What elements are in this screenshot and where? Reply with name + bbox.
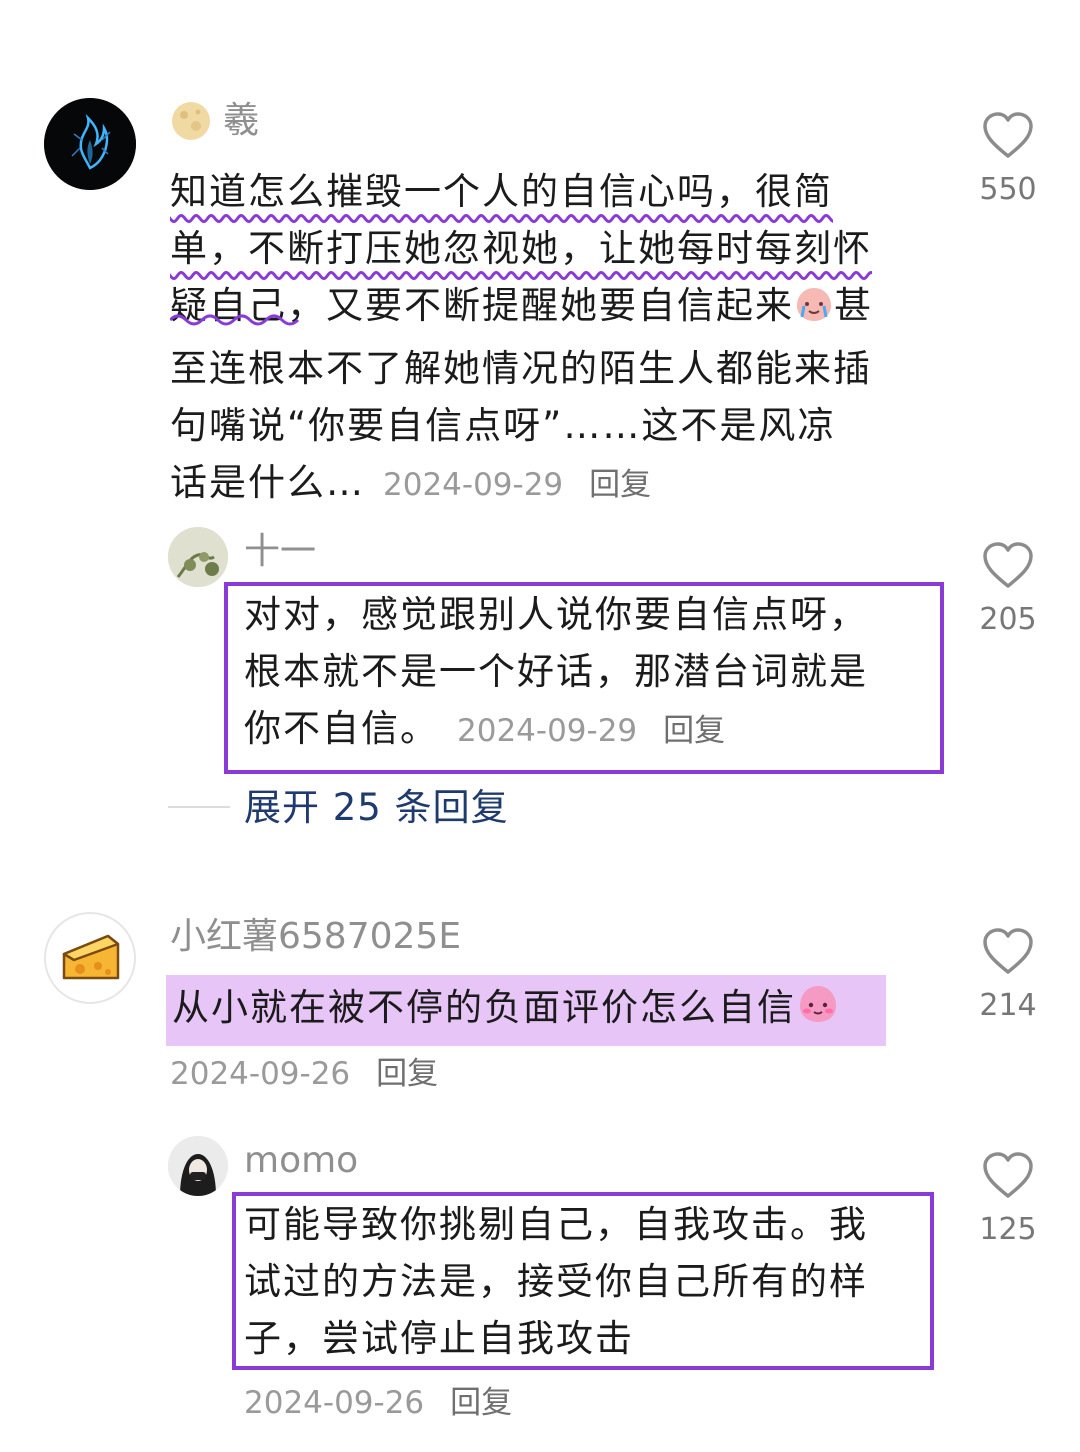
comment-text-line: 甚 xyxy=(834,284,873,327)
reply-button[interactable]: 回复 xyxy=(450,1385,512,1421)
reply-button[interactable]: 回复 xyxy=(589,467,651,503)
avatar[interactable] xyxy=(168,527,228,587)
reply-text-line: 试过的方法是，接受你自己所有的样 xyxy=(244,1260,868,1303)
like-button[interactable]: 550 xyxy=(953,110,1063,208)
reply-button[interactable]: 回复 xyxy=(663,713,725,749)
heart-outline-icon xyxy=(983,1152,1033,1198)
annotation-wavy-underline xyxy=(168,312,300,328)
moon-emoji-icon xyxy=(170,100,212,146)
like-count: 214 xyxy=(979,988,1037,1023)
comment-text-line: 话是什么… xyxy=(170,461,365,504)
reply-text-line: 子，尝试停止自我攻击 xyxy=(244,1317,634,1360)
reply-date: 2024-09-26 xyxy=(244,1385,425,1421)
shy-emoji-icon xyxy=(796,982,840,1042)
avatar-image xyxy=(168,1136,228,1196)
comment-text: 从小就在被不停的负面评价怎么自信 xyxy=(166,975,906,1046)
comment-date: 2024-09-29 xyxy=(383,467,564,503)
comment-username[interactable]: 羲 xyxy=(223,100,259,141)
crying-emoji-icon xyxy=(794,283,834,340)
reply-text: 可能导致你挑剔自己，自我攻击。我 试过的方法是，接受你自己所有的样 子，尝试停止… xyxy=(244,1196,934,1367)
like-count: 125 xyxy=(979,1212,1037,1247)
reply-meta: 2024-09-26 回复 xyxy=(244,1377,512,1422)
avatar-image xyxy=(168,527,228,587)
reply-text-line: 对对，感觉跟别人说你要自信点呀， xyxy=(244,593,868,636)
reply-text: 对对，感觉跟别人说你要自信点呀， 根本就不是一个好话，那潜台词就是 你不自信。 2… xyxy=(244,586,944,760)
heart-outline-icon xyxy=(983,112,1033,158)
reply-button[interactable]: 回复 xyxy=(376,1056,438,1092)
like-button[interactable]: 205 xyxy=(953,540,1063,638)
avatar[interactable] xyxy=(168,1136,228,1196)
reply-username[interactable]: momo xyxy=(244,1141,358,1181)
reply-text-line: 可能导致你挑剔自己，自我攻击。我 xyxy=(244,1203,868,1246)
reply-text-line: 根本就不是一个好话，那潜台词就是 xyxy=(244,650,868,693)
comment-username-row: 羲 xyxy=(170,100,259,144)
reply-username[interactable]: 十一 xyxy=(244,532,316,572)
heart-outline-icon xyxy=(983,928,1033,974)
comment-username[interactable]: 小红薯6587025E xyxy=(170,917,461,957)
comment-date: 2024-09-26 xyxy=(170,1056,351,1092)
comment-text-line: 至连根本不了解她情况的陌生人都能来插 xyxy=(170,347,872,390)
highlighted-text: 从小就在被不停的负面评价怎么自信 xyxy=(166,975,886,1046)
like-button[interactable]: 125 xyxy=(953,1150,1063,1248)
like-count: 550 xyxy=(979,172,1037,207)
avatar[interactable] xyxy=(44,912,136,1004)
like-button[interactable]: 214 xyxy=(953,926,1063,1024)
reply-date: 2024-09-29 xyxy=(457,713,638,749)
avatar-image xyxy=(44,98,136,190)
reply-text-line: 你不自信。 xyxy=(244,707,439,750)
like-count: 205 xyxy=(979,602,1037,637)
comment-text-line: 句嘴说“你要自信点呀”……这不是风凉 xyxy=(170,404,837,447)
comment-text-line: 从小就在被不停的负面评价怎么自信 xyxy=(172,986,796,1029)
expand-replies-button[interactable]: 展开 25 条回复 xyxy=(244,786,509,830)
expand-divider xyxy=(168,806,230,808)
heart-outline-icon xyxy=(983,542,1033,588)
comment-text-line: 单，不断打压她忽视她，让她每时每刻怀 xyxy=(170,227,872,270)
avatar[interactable] xyxy=(44,98,136,190)
comment-text-line: 知道怎么摧毁一个人的自信心吗，很简 xyxy=(170,170,833,213)
comment-meta: 2024-09-26 回复 xyxy=(170,1048,438,1093)
comment-text: 知道怎么摧毁一个人的自信心吗，很简 单，不断打压她忽视她，让她每时每刻怀 疑自己… xyxy=(170,163,950,514)
cheese-icon xyxy=(62,934,120,980)
